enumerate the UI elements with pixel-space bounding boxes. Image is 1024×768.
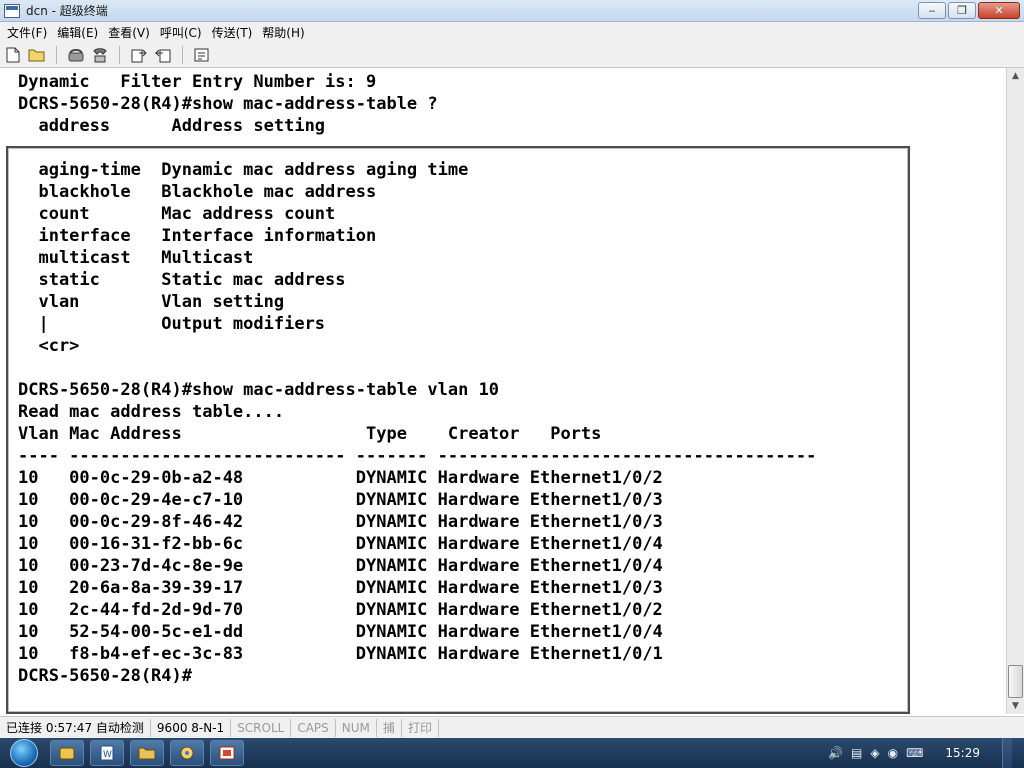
window-title: dcn - 超级终端	[26, 4, 108, 18]
app-taskbar-button[interactable]	[170, 740, 204, 766]
terminal-line: <cr>	[18, 336, 80, 356]
toolbar	[0, 42, 1024, 68]
terminal-line: Read mac address table....	[18, 402, 285, 422]
menu-edit[interactable]: 编辑(E)	[52, 24, 103, 41]
terminal-line: interface Interface information	[18, 226, 377, 246]
call-icon[interactable]	[67, 46, 85, 64]
menu-view[interactable]: 查看(V)	[103, 24, 155, 41]
terminal-line: 10 f8-b4-ef-ec-3c-83 DYNAMIC Hardware Et…	[18, 644, 663, 664]
open-icon[interactable]	[28, 46, 46, 64]
new-icon[interactable]	[4, 46, 22, 64]
detect-mode: 自动检测	[95, 720, 144, 735]
folder-taskbar-button[interactable]	[130, 740, 164, 766]
show-desktop-button[interactable]	[1002, 738, 1012, 768]
taskbar-clock[interactable]: 15:29	[945, 746, 980, 760]
terminal-line: 10 00-0c-29-8f-46-42 DYNAMIC Hardware Et…	[18, 512, 663, 532]
status-caps: CAPS	[291, 718, 336, 737]
terminal-line: address Address setting	[18, 116, 326, 136]
terminal-line: DCRS-5650-28(R4)#show mac-address-table …	[18, 94, 438, 114]
terminal-line: static Static mac address	[18, 270, 346, 290]
explorer-taskbar-button[interactable]	[50, 740, 84, 766]
terminal-line: vlan Vlan setting	[18, 292, 285, 312]
terminal-line: aging-time Dynamic mac address aging tim…	[18, 160, 469, 180]
taskbar: W 🔊 ▤ ◈ ◉ ⌨ 15:29	[0, 738, 1024, 768]
terminal-line: Vlan Mac Address Type Creator Ports	[18, 424, 602, 444]
shield-icon[interactable]: ◈	[870, 746, 879, 760]
terminal-line: 10 2c-44-fd-2d-9d-70 DYNAMIC Hardware Et…	[18, 600, 663, 620]
explorer-icon	[59, 747, 75, 760]
terminal-line: 10 00-0c-29-4e-c7-10 DYNAMIC Hardware Et…	[18, 490, 663, 510]
system-tray: 🔊 ▤ ◈ ◉ ⌨ 15:29	[828, 738, 1024, 768]
status-bar: 已连接 0:57:47 自动检测 9600 8-N-1 SCROLL CAPS …	[0, 716, 1024, 738]
disconnect-icon[interactable]	[91, 46, 109, 64]
maximize-button[interactable]: ❐	[948, 2, 976, 19]
title-bar[interactable]: dcn - 超级终端 ‒ ❐ ✕	[0, 0, 1024, 22]
toolbar-separator	[56, 45, 57, 64]
status-capture: 捕	[377, 718, 402, 737]
minimize-button[interactable]: ‒	[918, 2, 946, 19]
speaker-icon[interactable]: 🔊	[828, 746, 843, 760]
terminal-line: blackhole Blackhole mac address	[18, 182, 377, 202]
terminal-line: ---- --------------------------- -------…	[18, 446, 817, 466]
close-button[interactable]: ✕	[978, 2, 1020, 19]
window-controls: ‒ ❐ ✕	[918, 2, 1020, 19]
terminal-line: DCRS-5650-28(R4)#show mac-address-table …	[18, 380, 500, 400]
menu-call[interactable]: 呼叫(C)	[155, 24, 207, 41]
terminal-line: count Mac address count	[18, 204, 336, 224]
presentation-taskbar-button[interactable]	[210, 740, 244, 766]
vertical-scrollbar[interactable]: ▲ ▼	[1006, 68, 1024, 714]
word-icon: W	[100, 745, 114, 761]
terminal-line: 10 00-23-7d-4c-8e-9e DYNAMIC Hardware Et…	[18, 556, 663, 576]
terminal-line: 10 00-0c-29-0b-a2-48 DYNAMIC Hardware Et…	[18, 468, 663, 488]
status-settings: 9600 8-N-1	[151, 718, 232, 737]
network-icon[interactable]: ▤	[851, 746, 862, 760]
terminal-line: 10 52-54-00-5c-e1-dd DYNAMIC Hardware Et…	[18, 622, 663, 642]
start-button[interactable]	[6, 738, 44, 768]
scroll-thumb[interactable]	[1008, 665, 1023, 698]
update-icon[interactable]: ◉	[888, 746, 898, 760]
app-icon[interactable]	[4, 3, 20, 18]
menu-bar: 文件(F) 编辑(E) 查看(V) 呼叫(C) 传送(T) 帮助(H)	[0, 22, 1024, 42]
properties-icon[interactable]	[193, 46, 211, 64]
word-taskbar-button[interactable]: W	[90, 740, 124, 766]
status-connected: 已连接 0:57:47 自动检测	[0, 718, 151, 737]
terminal-line: 10 00-16-31-f2-bb-6c DYNAMIC Hardware Et…	[18, 534, 663, 554]
terminal-prompt[interactable]: DCRS-5650-28(R4)#	[18, 665, 192, 687]
terminal-line: Dynamic Filter Entry Number is: 9	[18, 72, 377, 92]
toolbar-separator	[119, 45, 120, 64]
status-scroll: SCROLL	[231, 718, 292, 737]
presentation-icon	[219, 746, 235, 760]
scroll-up-arrow-icon[interactable]: ▲	[1007, 68, 1024, 84]
terminal-line: multicast Multicast	[18, 248, 254, 268]
send-icon[interactable]	[130, 46, 148, 64]
menu-file[interactable]: 文件(F)	[2, 24, 52, 41]
menu-help[interactable]: 帮助(H)	[257, 24, 309, 41]
svg-text:W: W	[103, 750, 112, 760]
menu-transfer[interactable]: 传送(T)	[207, 24, 258, 41]
scroll-down-arrow-icon[interactable]: ▼	[1007, 698, 1024, 714]
status-print: 打印	[402, 718, 439, 737]
receive-icon[interactable]	[154, 46, 172, 64]
keyboard-icon[interactable]: ⌨	[906, 746, 923, 760]
terminal-line: 10 20-6a-8a-39-39-17 DYNAMIC Hardware Et…	[18, 578, 663, 598]
connection-time: 已连接 0:57:47	[6, 720, 93, 735]
terminal-screen[interactable]: Dynamic Filter Entry Number is: 9 DCRS-5…	[0, 68, 1008, 714]
windows-logo-icon	[10, 739, 38, 767]
status-num: NUM	[336, 718, 377, 737]
terminal-line: | Output modifiers	[18, 314, 326, 334]
toolbar-separator	[182, 45, 183, 64]
app-icon	[180, 746, 194, 760]
folder-icon	[138, 747, 156, 760]
